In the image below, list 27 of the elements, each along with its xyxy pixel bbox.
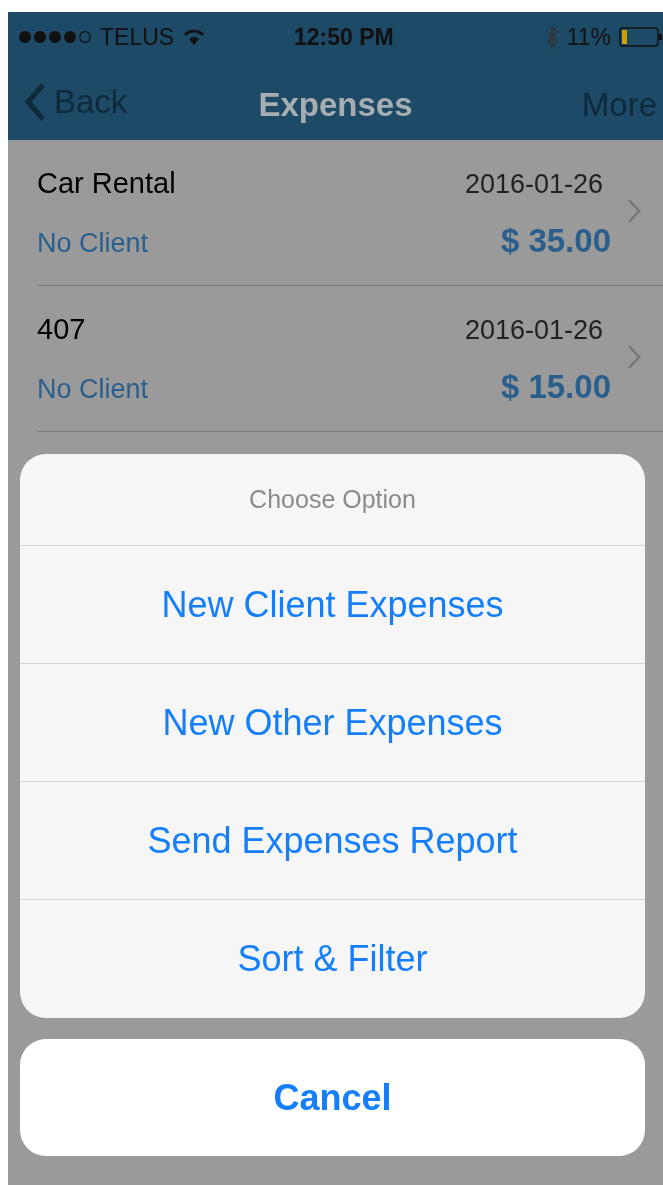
signal-icon — [18, 30, 92, 44]
carrier-name: TELUS — [100, 22, 175, 52]
client-name: No Client — [37, 226, 149, 260]
client-name: No Client — [37, 372, 149, 406]
battery-icon — [619, 27, 663, 47]
chevron-right-icon — [627, 344, 641, 370]
sheet-title: Choose Option — [249, 483, 416, 515]
battery-percent: 11% — [566, 22, 611, 52]
option-button[interactable]: New Client Expenses — [20, 546, 645, 664]
wifi-icon — [182, 28, 207, 46]
expense-date: 2016-01-26 — [464, 168, 603, 201]
bluetooth-icon — [544, 25, 559, 49]
cancel-button[interactable]: Cancel — [20, 1039, 645, 1156]
chevron-left-icon — [24, 81, 46, 122]
chevron-right-icon — [627, 198, 641, 224]
expense-date: 2016-01-26 — [464, 314, 603, 347]
expense-row[interactable]: 407 2016-01-26 No Client $ 15.00 — [37, 286, 663, 432]
expense-amount: $ 15.00 — [500, 366, 611, 407]
clock-time: 12:50 PM — [294, 22, 394, 52]
expense-amount: $ 35.00 — [500, 220, 611, 261]
option-button[interactable]: New Other Expenses — [20, 664, 645, 782]
expense-row[interactable]: Car Rental 2016-01-26 No Client $ 35.00 — [37, 140, 663, 286]
screen-title: Expenses — [258, 86, 413, 123]
option-button[interactable]: Send Expenses Report — [20, 782, 645, 900]
option-button[interactable]: Sort & Filter — [20, 900, 645, 1018]
expense-name: Car Rental — [37, 166, 176, 201]
expense-name: 407 — [37, 312, 86, 347]
